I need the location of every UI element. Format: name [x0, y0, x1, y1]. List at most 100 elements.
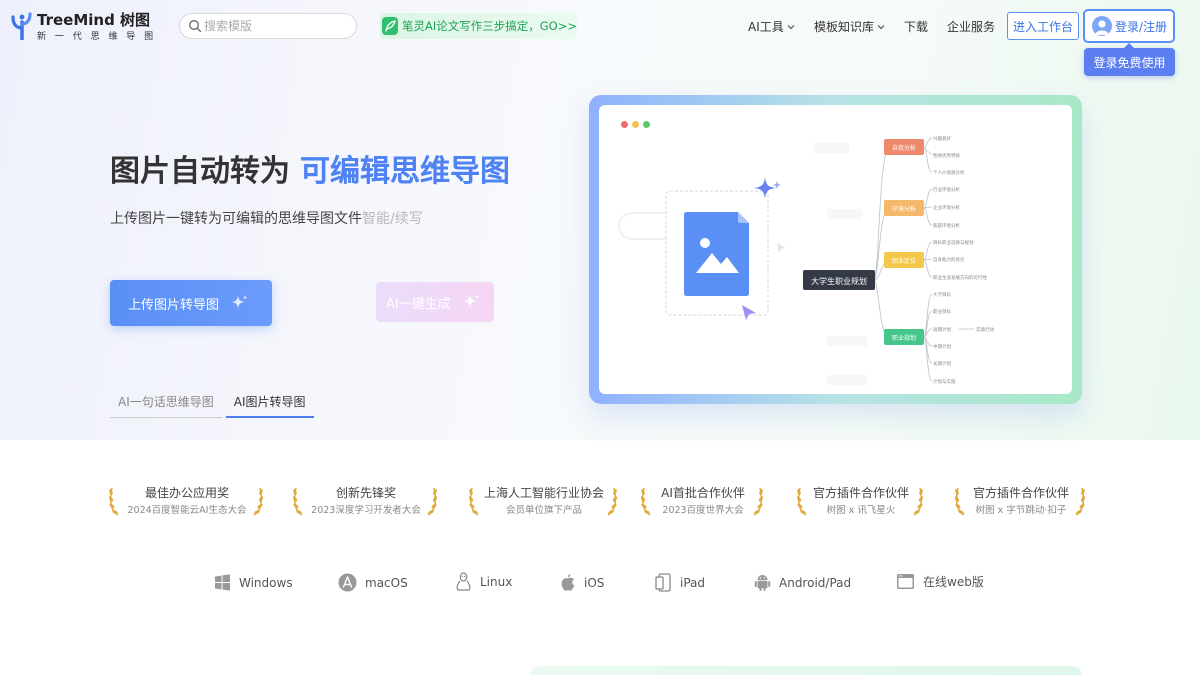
- leaf-label: 目标职业选择与规划: [933, 239, 974, 246]
- faded-node-shape: [814, 143, 849, 153]
- faded-node-shape: [827, 375, 867, 385]
- leaf-label: 短期计划: [933, 326, 951, 333]
- award-title: 创新先锋奖: [335, 486, 396, 500]
- platform-macos[interactable]: macOS: [338, 573, 408, 592]
- laurel-left-icon: [468, 487, 479, 516]
- feature-tabs: AI一句话思维导图 AI图片转导图: [110, 393, 314, 418]
- next-section-edge: [530, 666, 1082, 675]
- branch-label: 自我分析: [892, 144, 916, 152]
- platform-windows[interactable]: Windows: [214, 574, 293, 591]
- root-node-label: 大学生职业规划: [811, 276, 867, 286]
- platform-label: Android/Pad: [779, 575, 852, 590]
- search-box[interactable]: [179, 13, 357, 39]
- sparkle-icon: [462, 294, 480, 308]
- tree-logo-icon: [11, 12, 32, 40]
- treemind-logo[interactable]: TreeMind 树图 新 一 代 思 维 导 图: [10, 8, 160, 44]
- mindmap-illustration: 大学生职业规划 自我分析 环境分析 职业定位 职业规划 兴趣爱好 性格优势特质 …: [618, 135, 994, 385]
- chevron-down-icon: [787, 24, 795, 29]
- preview-window: 大学生职业规划 自我分析 环境分析 职业定位 职业规划 兴趣爱好 性格优势特质 …: [599, 105, 1072, 394]
- award-item: 上海人工智能行业协会 会员单位旗下产品: [468, 482, 620, 518]
- award-item: AI首批合作伙伴 2023百度世界大会: [640, 482, 766, 518]
- hero-title: 图片自动转为 可编辑思维导图: [110, 146, 510, 190]
- nav-label: AI工具: [748, 20, 784, 34]
- leaf-label: 行业环境分析: [933, 186, 960, 193]
- hero-title-part1: 图片自动转为: [110, 154, 290, 189]
- upload-image-label: 上传图片转导图: [128, 297, 220, 313]
- nav-template-library[interactable]: 模板知识库: [814, 18, 885, 35]
- platform-linux[interactable]: Linux: [455, 572, 512, 592]
- leaf-label: 中期计划: [933, 343, 951, 350]
- award-item: 最佳办公应用奖 2024百度智能云AI生态大会: [108, 482, 266, 518]
- award-item: 官方插件合作伙伴 树图 x 讯飞星火: [796, 482, 926, 518]
- nav-label: 企业服务: [947, 20, 996, 34]
- upload-image-button[interactable]: 上传图片转导图: [110, 280, 272, 326]
- award-subtitle: 会员单位旗下产品: [505, 505, 582, 516]
- leaf-label: 企业环境分析: [933, 204, 960, 211]
- platform-label: Linux: [480, 575, 513, 589]
- ai-generate-button[interactable]: AI一键生成: [376, 282, 494, 322]
- laurel-right-icon: [253, 487, 264, 516]
- platform-label: iPad: [680, 575, 706, 590]
- laurel-right-icon: [1075, 487, 1086, 516]
- award-title: 最佳办公应用奖: [144, 486, 229, 500]
- promo-banner[interactable]: 笔灵AI论文写作三步搞定，GO>>: [380, 13, 577, 39]
- nav-label: 下载: [904, 20, 929, 34]
- leaf-label: 职业目标: [933, 308, 951, 315]
- leaf-label: 职业生涯发展方向的可行性: [933, 274, 987, 281]
- login-free-tooltip[interactable]: 登录免费使用: [1084, 43, 1175, 76]
- award-item: 官方插件合作伙伴 树图 x 字节跳动·扣子: [954, 482, 1088, 518]
- tab-ai-sentence-mindmap[interactable]: AI一句话思维导图: [110, 393, 222, 418]
- login-register-button[interactable]: 登录/注册: [1083, 9, 1175, 43]
- chevron-down-icon: [877, 24, 885, 29]
- award-subtitle: 2023深度学习开发者大会: [311, 505, 421, 516]
- search-icon: [189, 20, 202, 33]
- appstore-icon: [338, 573, 357, 592]
- platform-android[interactable]: Android/Pad: [754, 573, 851, 592]
- hero-title-highlight: 可编辑思维导图: [300, 154, 510, 189]
- platform-ios[interactable]: iOS: [559, 573, 604, 592]
- leaf-label: 长期计划: [933, 360, 951, 367]
- platform-label: 在线web版: [923, 575, 984, 589]
- login-label: 登录/注册: [1115, 19, 1168, 34]
- hero-subtitle-typing: 智能/续写: [362, 211, 423, 227]
- award-item: 创新先锋奖 2023深度学习开发者大会: [292, 482, 440, 518]
- hero-subtitle: 上传图片一键转为可编辑的思维导图文件智能/续写: [110, 208, 423, 228]
- linux-icon: [456, 572, 471, 591]
- leaf-label: 实践行动: [976, 326, 994, 333]
- leaf-label: 自身能力的优劣: [933, 256, 965, 263]
- logo-tagline: 新 一 代 思 维 导 图: [37, 32, 157, 42]
- feather-icon: [382, 17, 398, 35]
- platform-downloads: Windows macOS Linux iOS iPad Android/Pad…: [0, 572, 1200, 594]
- award-subtitle: 2024百度智能云AI生态大会: [127, 505, 247, 516]
- award-title: AI首批合作伙伴: [661, 486, 745, 500]
- nav-enterprise[interactable]: 企业服务: [947, 18, 995, 35]
- nav-ai-tools[interactable]: AI工具: [748, 18, 795, 35]
- award-title: 上海人工智能行业协会: [483, 486, 604, 500]
- enter-workbench-button[interactable]: 进入工作台: [1007, 12, 1079, 40]
- laurel-right-icon: [913, 487, 924, 516]
- award-subtitle: 树图 x 讯飞星火: [826, 505, 896, 516]
- platform-web[interactable]: 在线web版: [896, 573, 984, 590]
- faded-node-shape: [827, 336, 867, 346]
- android-icon: [754, 575, 771, 591]
- search-input[interactable]: [204, 17, 349, 35]
- hero-subtitle-text: 上传图片一键转为可编辑的思维导图文件: [110, 211, 362, 227]
- laurel-right-icon: [427, 487, 438, 516]
- top-navbar: TreeMind 树图 新 一 代 思 维 导 图 笔灵AI论文写作三步搞定，G…: [0, 0, 1200, 76]
- platform-ipad[interactable]: iPad: [655, 573, 705, 592]
- laurel-left-icon: [292, 487, 303, 516]
- award-subtitle: 树图 x 字节跳动·扣子: [975, 505, 1067, 516]
- promo-text: 笔灵AI论文写作三步搞定，GO>>: [402, 19, 577, 33]
- nav-label: 模板知识库: [814, 20, 875, 34]
- award-title: 官方插件合作伙伴: [812, 486, 909, 500]
- laurel-left-icon: [108, 487, 119, 516]
- logo-title: TreeMind 树图: [37, 11, 151, 29]
- laurel-left-icon: [640, 487, 651, 516]
- leaf-label: 兴趣爱好: [933, 135, 951, 142]
- apple-icon: [561, 574, 575, 591]
- nav-download[interactable]: 下载: [904, 18, 928, 35]
- ai-generate-label: AI一键生成: [386, 296, 451, 312]
- tab-ai-image-to-mindmap[interactable]: AI图片转导图: [225, 393, 314, 418]
- laurel-left-icon: [796, 487, 807, 516]
- platform-label: Windows: [239, 575, 293, 590]
